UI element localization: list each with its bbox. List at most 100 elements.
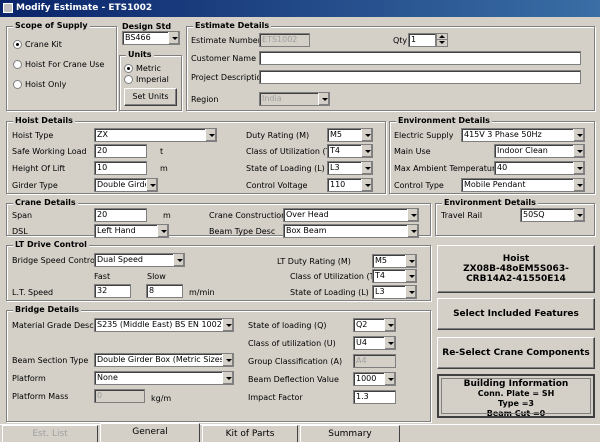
hoist-button-line-2: ZX08B-48oEM5S063- — [463, 264, 569, 274]
crane-construction-label: Crane Construction — [209, 211, 287, 220]
swl-unit: t — [160, 147, 164, 156]
electric-supply-select[interactable]: 415V 3 Phase 50Hz — [461, 128, 585, 142]
chevron-down-icon — [205, 129, 216, 141]
beam-deflection-select[interactable]: 1000 — [353, 372, 396, 386]
crane-construction-select[interactable]: Over Head — [283, 208, 419, 222]
tab-kit-of-parts[interactable]: Kit of Parts — [202, 425, 298, 442]
control-voltage-select[interactable]: 110 — [327, 178, 373, 192]
region-select: India — [259, 92, 330, 106]
chevron-down-icon — [318, 93, 329, 105]
fast-label: Fast — [94, 272, 111, 281]
qty-field[interactable]: 1 — [408, 33, 436, 47]
chevron-down-icon — [361, 162, 372, 174]
chevron-down-icon — [573, 179, 584, 191]
bridge-class-label: Class of utilization (U) — [248, 339, 336, 348]
stepper-down-icon[interactable] — [437, 40, 447, 46]
radio-hoist-for-crane-use[interactable] — [13, 60, 22, 69]
hoist-button-line-1: Hoist — [502, 254, 530, 264]
hoist-type-select[interactable]: ZX — [94, 128, 217, 142]
beam-section-label: Beam Section Type — [12, 356, 89, 365]
title-bar: Modify Estimate - ETS1002 — [0, 0, 600, 17]
lt-class-value: T4 — [375, 271, 385, 280]
dsl-value: Left Hand — [97, 226, 136, 235]
group-classification-label: Group Classification (A) — [248, 357, 343, 366]
qty-stepper[interactable] — [436, 33, 448, 47]
radio-metric[interactable] — [124, 64, 133, 73]
reselect-crane-components-button[interactable]: Re-Select Crane Components — [437, 337, 595, 369]
chevron-down-icon — [173, 254, 184, 266]
height-unit: m — [160, 164, 168, 173]
slow-speed-field[interactable]: 8 — [146, 284, 183, 298]
chevron-down-icon — [405, 255, 416, 267]
max-temp-label: Max Ambient Temperature — [394, 164, 500, 173]
height-field[interactable]: 10 — [94, 161, 147, 175]
fast-speed-field[interactable]: 32 — [94, 284, 131, 298]
customer-name-label: Customer Name — [191, 54, 257, 63]
travel-rail-select[interactable]: 50SQ — [520, 208, 585, 222]
dsl-select[interactable]: Left Hand — [94, 224, 169, 238]
chevron-down-icon — [361, 179, 372, 191]
radio-metric-label: Metric — [136, 64, 161, 73]
impact-factor-field[interactable]: 1.3 — [353, 390, 396, 404]
platform-select[interactable]: None — [94, 371, 234, 385]
qty-label: Qty — [393, 36, 408, 45]
height-label: Height Of Lift — [12, 164, 66, 173]
lt-duty-select[interactable]: M5 — [372, 254, 417, 268]
reselect-crane-components-label: Re-Select Crane Components — [442, 348, 590, 358]
max-temp-select[interactable]: 40 — [494, 161, 585, 175]
radio-hoist-only-label: Hoist Only — [25, 80, 67, 89]
select-included-features-button[interactable]: Select Included Features — [437, 298, 595, 330]
radio-imperial[interactable] — [124, 75, 133, 84]
chevron-down-icon — [573, 145, 584, 157]
customer-name-field[interactable] — [259, 51, 581, 65]
lt-title: LT Drive Control — [13, 240, 89, 250]
duty-rating-label: Duty Rating (M) — [246, 131, 310, 140]
chevron-down-icon — [168, 32, 179, 44]
radio-hoist-for-crane-use-label: Hoist For Crane Use — [25, 60, 105, 69]
travel-rail-label: Travel Rail — [441, 211, 483, 220]
chevron-down-icon — [384, 373, 395, 385]
bridge-class-select[interactable]: U4 — [353, 336, 396, 350]
design-std-select[interactable]: BS466 — [122, 31, 180, 45]
duty-rating-select[interactable]: M5 — [327, 128, 373, 142]
main-use-select[interactable]: Indoor Clean — [494, 144, 585, 158]
class-utilization-select[interactable]: T4 — [327, 144, 373, 158]
beam-deflection-label: Beam Deflection Value — [248, 375, 339, 384]
lt-class-select[interactable]: T4 — [372, 269, 417, 283]
beam-type-label: Beam Type Desc — [209, 227, 276, 236]
chevron-down-icon — [405, 286, 416, 298]
girder-type-select[interactable]: Double Girder — [94, 178, 158, 192]
state-loading-select[interactable]: L3 — [327, 161, 373, 175]
radio-hoist-only[interactable] — [13, 80, 22, 89]
tab-general[interactable]: General — [100, 423, 200, 442]
chevron-down-icon — [573, 209, 584, 221]
beam-type-select[interactable]: Box Beam — [283, 224, 419, 238]
scope-title: Scope of Supply — [13, 21, 90, 31]
control-type-select[interactable]: Mobile Pendant — [461, 178, 585, 192]
radio-crane-kit[interactable] — [13, 40, 22, 49]
project-description-field[interactable] — [259, 70, 581, 84]
bridge-speed-select[interactable]: Dual Speed — [94, 253, 185, 267]
bridge-state-select[interactable]: Q2 — [353, 318, 396, 332]
material-grade-select[interactable]: S235 (Middle East) BS EN 10025 — [94, 318, 234, 332]
select-included-features-label: Select Included Features — [453, 309, 579, 319]
radio-crane-kit-label: Crane Kit — [25, 40, 62, 49]
main-use-label: Main Use — [394, 147, 431, 156]
beam-section-select[interactable]: Double Girder Box (Metric Sizes) — [94, 353, 234, 367]
beam-deflection-value: 1000 — [356, 374, 377, 383]
hoist-button[interactable]: Hoist ZX08B-48oEM5S063- CRB14A2-41550E14 — [437, 245, 595, 293]
app-icon — [3, 3, 13, 13]
tab-summary[interactable]: Summary — [300, 425, 400, 442]
crane-title: Crane Details — [13, 198, 78, 208]
environment-title: Environment Details — [396, 116, 492, 126]
platform-mass-field: 0 — [94, 389, 145, 403]
tab-est-list[interactable]: Est. List — [2, 425, 98, 442]
lt-speed-label: L.T. Speed — [12, 288, 54, 297]
lt-class-label: Class of Utilization (T) — [290, 272, 378, 281]
platform-mass-unit: kg/m — [151, 394, 172, 403]
lt-state-select[interactable]: L3 — [372, 285, 417, 299]
set-units-button[interactable]: Set Units — [124, 88, 177, 106]
span-field[interactable]: 20 — [94, 208, 147, 222]
control-type-value: Mobile Pendant — [464, 180, 526, 189]
swl-field[interactable]: 20 — [94, 144, 147, 158]
